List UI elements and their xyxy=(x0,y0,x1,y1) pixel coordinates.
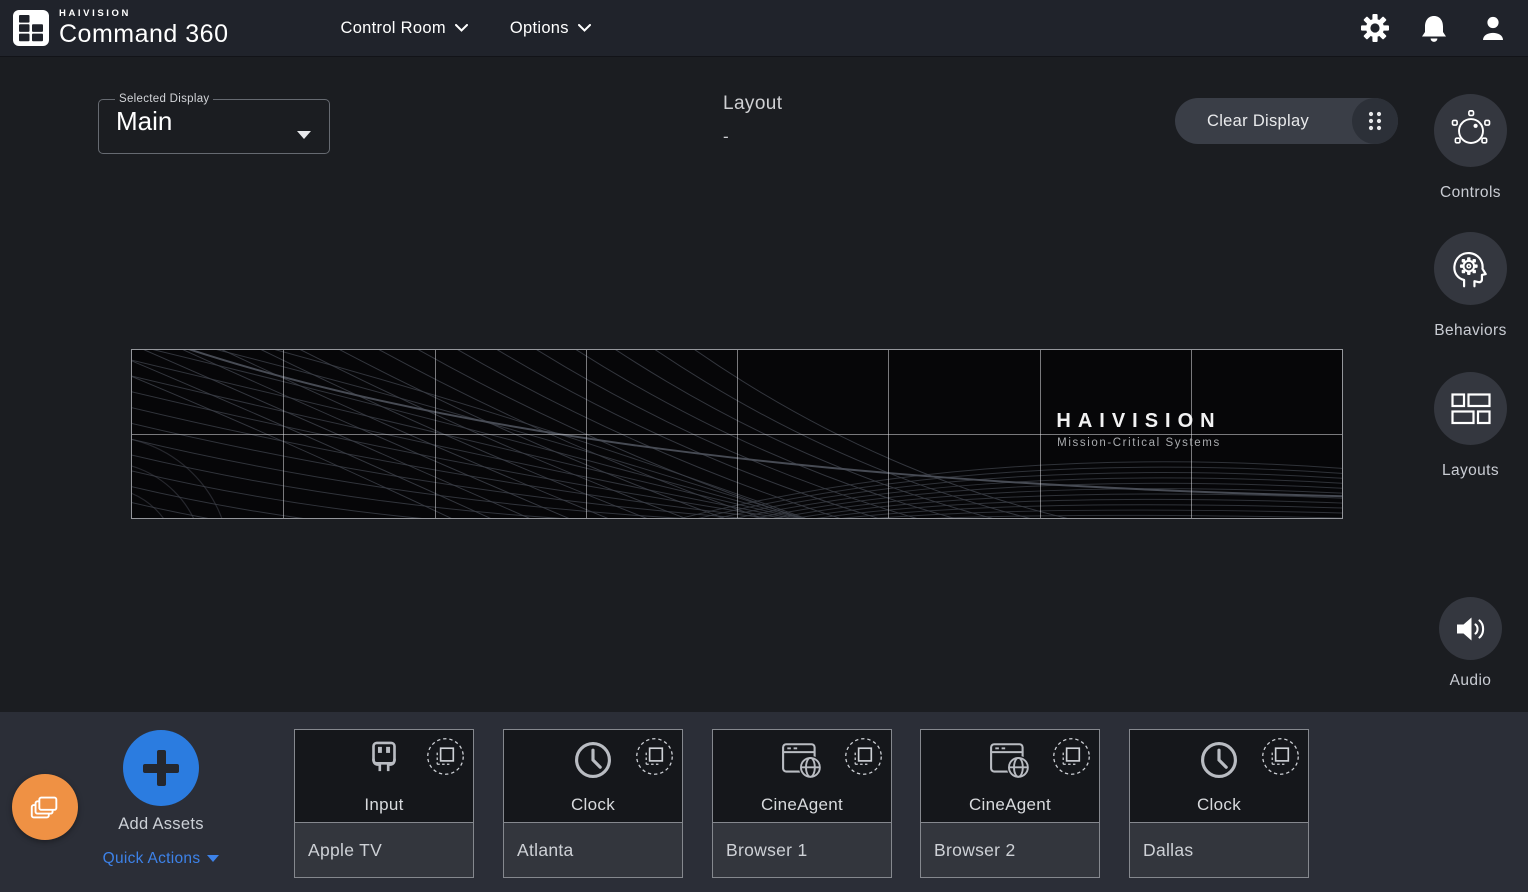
rail-item-controls[interactable]: Controls xyxy=(1434,94,1507,202)
layout-heading: Layout - xyxy=(723,93,782,147)
clear-display-label: Clear Display xyxy=(1207,98,1309,144)
asset-type-label: Clock xyxy=(504,795,682,815)
asset-name-label: Browser 2 xyxy=(921,823,1099,878)
asset-type-label: Input xyxy=(295,795,473,815)
usb-plug-icon xyxy=(363,739,405,781)
asset-name-label: Atlanta xyxy=(504,823,682,878)
asset-name-label: Dallas xyxy=(1130,823,1308,878)
bell-icon xyxy=(1420,13,1448,43)
brand-block: HAIVISION Command 360 xyxy=(59,9,228,47)
menu-control-room[interactable]: Control Room xyxy=(340,19,467,38)
rail-label-audio: Audio xyxy=(1434,672,1507,690)
asset-card-dallas[interactable]: Clock Dallas xyxy=(1129,729,1309,878)
asset-name-label: Apple TV xyxy=(295,823,473,878)
add-assets-label: Add Assets xyxy=(81,815,241,834)
selected-display-value: Main xyxy=(116,106,317,137)
asset-name-label: Browser 1 xyxy=(713,823,891,878)
chevron-down-icon xyxy=(578,24,591,32)
add-assets-button[interactable] xyxy=(123,730,199,806)
layout-label: Layout xyxy=(723,93,782,115)
command360-app: HAIVISION Command 360 Control Room Optio… xyxy=(0,0,1528,892)
chevron-down-icon xyxy=(455,24,468,32)
asset-stack-button[interactable] xyxy=(12,774,78,840)
assets-dock: Add Assets Quick Actions Input Apple TV … xyxy=(0,712,1528,892)
wall-haivision-wordmark: HAIVISION xyxy=(1025,410,1253,433)
quick-actions-button[interactable]: Quick Actions xyxy=(81,850,241,868)
brand-haivision: HAIVISION xyxy=(59,9,228,19)
plus-icon xyxy=(123,730,199,806)
gear-icon xyxy=(1360,13,1390,43)
rail-label-layouts: Layouts xyxy=(1434,462,1507,480)
send-to-display-icon[interactable] xyxy=(844,737,883,776)
send-to-display-icon[interactable] xyxy=(1052,737,1091,776)
person-icon xyxy=(1479,13,1507,43)
clock-icon xyxy=(1198,739,1240,781)
wall-tagline: Mission-Critical Systems xyxy=(1025,437,1253,449)
controls-icon xyxy=(1448,108,1494,154)
asset-card-browser-2[interactable]: CineAgent Browser 2 xyxy=(920,729,1100,878)
clear-display-button[interactable]: Clear Display xyxy=(1175,98,1398,144)
asset-card-apple-tv[interactable]: Input Apple TV xyxy=(294,729,474,878)
asset-card-browser-1[interactable]: CineAgent Browser 1 xyxy=(712,729,892,878)
rail-label-controls: Controls xyxy=(1434,184,1507,202)
brand-command360: Command 360 xyxy=(59,22,228,47)
wall-brand-block: HAIVISION Mission-Critical Systems xyxy=(1025,410,1253,449)
asset-card-atlanta[interactable]: Clock Atlanta xyxy=(503,729,683,878)
browser-globe-icon xyxy=(989,739,1031,781)
asset-type-label: Clock xyxy=(1130,795,1308,815)
selected-display-label: Selected Display xyxy=(115,93,213,105)
asset-type-label: CineAgent xyxy=(713,795,891,815)
notifications-button[interactable] xyxy=(1419,13,1449,43)
settings-button[interactable] xyxy=(1360,13,1390,43)
menu-control-room-label: Control Room xyxy=(340,19,445,38)
send-to-display-icon[interactable] xyxy=(1261,737,1300,776)
behaviors-icon xyxy=(1448,246,1494,292)
selected-display-select[interactable]: Selected Display Main xyxy=(98,93,330,154)
account-button[interactable] xyxy=(1478,13,1508,43)
clock-icon xyxy=(572,739,614,781)
video-wall-preview[interactable]: HAIVISION Mission-Critical Systems xyxy=(131,349,1343,519)
layouts-icon xyxy=(1451,393,1491,425)
rail-item-behaviors[interactable]: Behaviors xyxy=(1434,232,1507,340)
layout-value: - xyxy=(723,127,782,147)
drag-handle-icon[interactable] xyxy=(1352,98,1398,144)
menu-options[interactable]: Options xyxy=(510,19,591,38)
topbar-actions xyxy=(1360,13,1508,43)
layers-stack-icon xyxy=(28,790,62,824)
top-navigation-bar: HAIVISION Command 360 Control Room Optio… xyxy=(0,0,1528,57)
chevron-down-icon xyxy=(297,131,311,139)
rail-label-behaviors: Behaviors xyxy=(1434,322,1507,340)
rail-item-layouts[interactable]: Layouts xyxy=(1434,372,1507,480)
triangle-down-icon xyxy=(207,855,219,862)
quick-actions-label: Quick Actions xyxy=(103,850,201,867)
send-to-display-icon[interactable] xyxy=(426,737,465,776)
browser-globe-icon xyxy=(781,739,823,781)
send-to-display-icon[interactable] xyxy=(635,737,674,776)
haivision-logo-icon xyxy=(12,9,50,47)
menu-options-label: Options xyxy=(510,19,569,38)
asset-type-label: CineAgent xyxy=(921,795,1099,815)
audio-speaker-icon xyxy=(1454,613,1488,645)
rail-item-audio[interactable]: Audio xyxy=(1434,597,1507,690)
